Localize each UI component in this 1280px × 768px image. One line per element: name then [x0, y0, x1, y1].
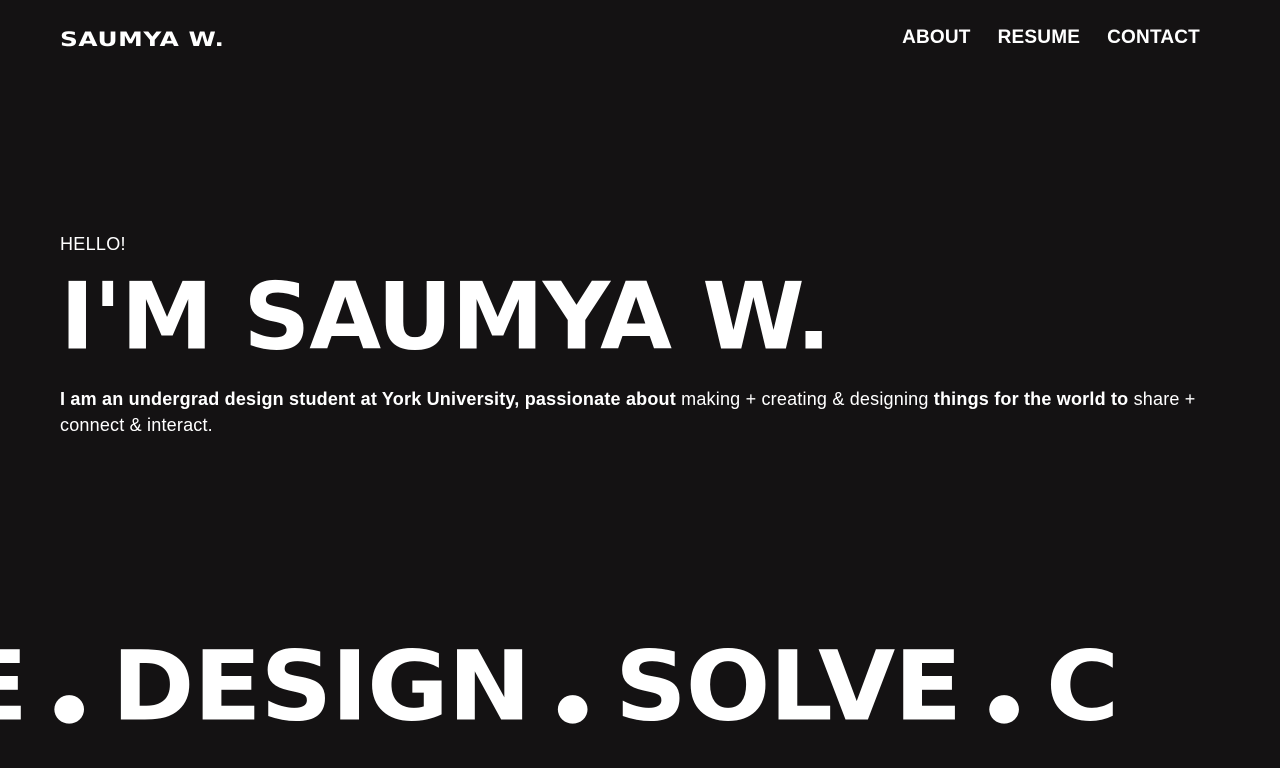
marquee-word: DESIGN — [111, 631, 531, 744]
dot-separator-icon — [54, 695, 85, 724]
hero-title: I'M SAUMYA W. — [60, 263, 831, 372]
scrolling-marquee: EDESIGNSOLVEC — [0, 639, 1119, 736]
intro-part: I am an undergrad design student at York… — [60, 389, 676, 409]
main-nav: ABOUT RESUME CONTACT — [902, 27, 1200, 49]
marquee-word: E — [0, 632, 28, 743]
marquee-word: C — [1045, 631, 1119, 744]
hero-greeting: HELLO! — [60, 234, 126, 254]
intro-part: things for the world to — [933, 389, 1129, 409]
intro-part: making + creating & designing — [675, 389, 934, 409]
nav-link-resume[interactable]: RESUME — [998, 27, 1081, 49]
dot-separator-icon — [557, 695, 588, 724]
nav-link-contact[interactable]: CONTACT — [1107, 27, 1200, 49]
marquee-word: SOLVE — [615, 631, 962, 744]
dot-separator-icon — [988, 695, 1019, 724]
hero-intro: I am an undergrad design student at York… — [60, 386, 1220, 438]
nav-link-about[interactable]: ABOUT — [902, 27, 971, 49]
page: SAUMYA W. ABOUT RESUME CONTACT HELLO! I'… — [0, 0, 1280, 768]
site-logo[interactable]: SAUMYA W. — [60, 28, 224, 51]
